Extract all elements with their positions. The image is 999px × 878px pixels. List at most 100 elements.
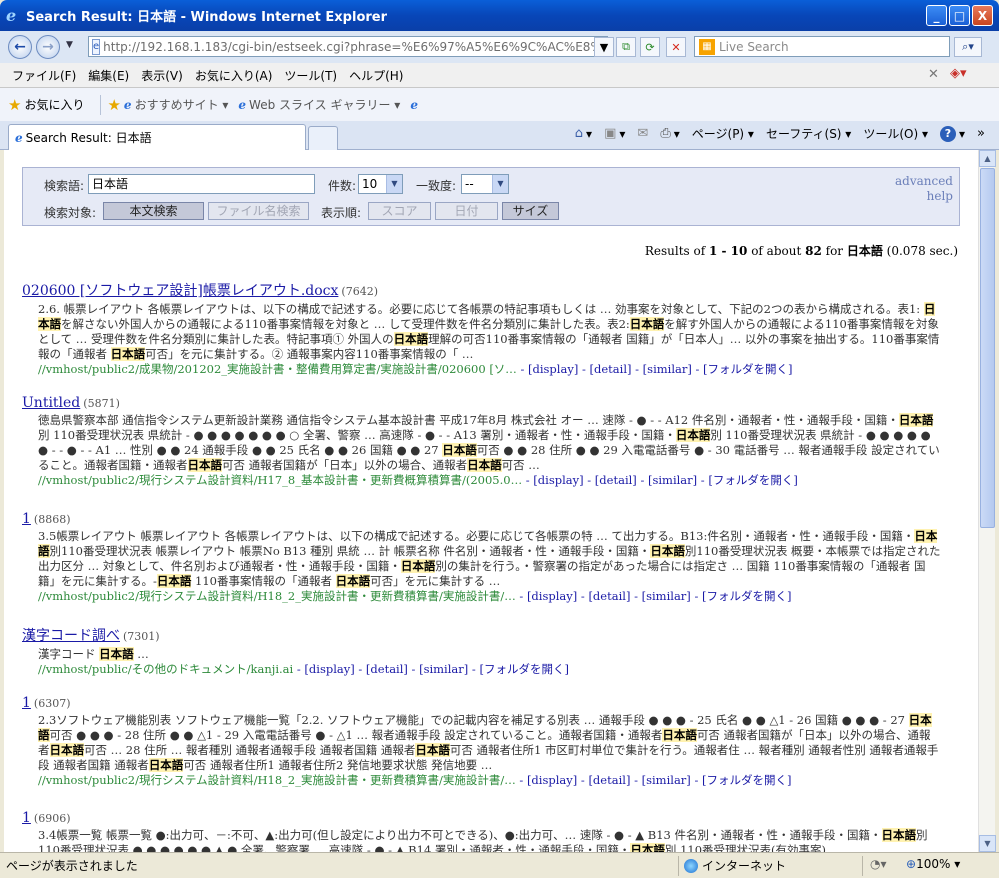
compat-view-icon[interactable]: ⧉ [616, 37, 636, 57]
result-item: 020600 [ソフトウェア設計]帳票レイアウト.docx (7642) 2.6.… [22, 280, 942, 377]
tools-menu[interactable]: ツール(O) ▾ [863, 125, 928, 142]
ie-page-icon[interactable]: e [410, 98, 418, 112]
highlighted-term: 日本語 [415, 743, 450, 757]
result-size: (7642) [341, 285, 378, 298]
history-dropdown-icon[interactable]: ▼ [66, 40, 73, 50]
feeds-button[interactable]: ▣ ▾ [604, 126, 625, 141]
result-title-link[interactable]: 1 [22, 695, 31, 711]
menu-close-icon[interactable]: ✕ [928, 67, 939, 82]
window-controls: _ □ X [926, 5, 993, 26]
result-item: 1 (8868) 3.5帳票レイアウト 帳票レイアウト 各帳票レイアウトは、以下の… [22, 511, 942, 604]
highlighted-term: 日本語 [148, 758, 184, 772]
target-body-button[interactable]: 本文検索 [103, 202, 204, 220]
close-button[interactable]: X [972, 5, 993, 26]
ie-icon: e [15, 130, 23, 145]
count-label: 件数: [328, 179, 357, 193]
status-bar: ページが表示されました インターネット ◔▾ ⊕100% ▾ [0, 852, 999, 878]
protected-mode-icon[interactable]: ◔▾ [870, 857, 887, 871]
count-select[interactable]: 10 ▼ [358, 174, 403, 194]
result-action-links[interactable]: - [display] - [detail] - [similar] - [フォ… [517, 362, 792, 376]
results-total: 82 [805, 244, 822, 258]
scroll-up-icon[interactable]: ▲ [979, 150, 996, 167]
home-button[interactable]: ⌂ ▾ [575, 126, 592, 141]
title-bar: e Search Result: 日本語 - Windows Internet … [0, 0, 999, 31]
menu-edit[interactable]: 編集(E) [82, 67, 135, 84]
result-title-link[interactable]: 1 [22, 810, 31, 826]
help-menu[interactable]: ? ▾ [940, 125, 965, 142]
result-snippet: 3.4帳票一覧 帳票一覧 ●:出力可、－:不可、▲:出力可(但し設定により出力不… [38, 828, 942, 852]
globe-icon [684, 858, 698, 873]
zoom-level[interactable]: ⊕100% ▾ [906, 857, 960, 871]
result-title-link[interactable]: Untitled [22, 395, 80, 411]
highlighted-term: 日本語 [110, 347, 146, 361]
result-title-link[interactable]: 1 [22, 511, 31, 527]
forward-arrow-icon[interactable]: → [36, 35, 60, 59]
result-size: (6906) [33, 812, 71, 825]
menu-favorites[interactable]: お気に入り(A) [189, 67, 279, 84]
help-icon: ? [940, 125, 956, 142]
print-button[interactable]: ⎙ ▾ [660, 126, 679, 141]
order-size-button[interactable]: サイズ [502, 202, 559, 220]
new-tab-button[interactable] [308, 126, 338, 150]
highlighted-term: 日本語 [99, 647, 134, 661]
web-slice-link[interactable]: e Web スライス ギャラリー ▾ [238, 96, 400, 113]
highlighted-term: 日本語 [156, 574, 192, 588]
suggested-sites-link[interactable]: e おすすめサイト ▾ [124, 96, 228, 113]
search-go-icon[interactable]: ⌕▾ [954, 37, 982, 57]
tab-search-result[interactable]: e Search Result: 日本語 [8, 124, 306, 150]
maximize-button[interactable]: □ [949, 5, 970, 26]
address-dropdown-icon[interactable]: ▼ [594, 37, 614, 57]
menu-file[interactable]: ファイル(F) [6, 67, 82, 84]
favorites-button[interactable]: お気に入り [24, 96, 84, 113]
favorites-star-icon: ★ [8, 95, 22, 114]
result-action-links[interactable]: - [display] - [detail] - [similar] - [フォ… [516, 773, 791, 787]
mail-icon: ✉ [637, 126, 649, 141]
safety-menu[interactable]: セーフティ(S) ▾ [766, 125, 851, 142]
match-label: 一致度: [416, 179, 457, 193]
security-zone[interactable]: インターネット [684, 857, 786, 874]
result-item: Untitled (5871) 徳島県警察本部 通信指令システム更新設計業務 通信… [22, 395, 942, 488]
match-select[interactable]: -- ▼ [461, 174, 509, 194]
address-toolbar: ← → ▼ e http://192.168.1.183/cgi-bin/est… [0, 31, 999, 63]
scroll-down-icon[interactable]: ▼ [979, 835, 996, 852]
result-size: (5871) [83, 397, 120, 410]
results-range: 1 - 10 [708, 244, 748, 258]
order-label: 表示順: [321, 206, 362, 220]
result-path-text: //vmhost/public/その他のドキュメント/kanji.ai [38, 662, 294, 676]
menu-bar: ファイル(F) 編集(E) 表示(V) お気に入り(A) ツール(T) ヘルプ(… [0, 63, 999, 88]
menu-view[interactable]: 表示(V) [135, 67, 189, 84]
refresh-icon[interactable]: ⟳ [640, 37, 660, 57]
command-bar: ⌂ ▾ ▣ ▾ ✉ ⎙ ▾ ページ(P) ▾ セーフティ(S) ▾ ツール(O) ▾ … [575, 125, 985, 142]
addon-icon[interactable]: ◈▾ [950, 66, 967, 81]
vertical-scrollbar[interactable]: ▲ ▼ [978, 150, 996, 852]
chevron-more-icon[interactable]: » [977, 126, 985, 141]
scroll-thumb[interactable] [980, 168, 995, 528]
result-action-links[interactable]: - [display] - [detail] - [similar] - [フォ… [522, 473, 798, 487]
order-score-button[interactable]: スコア [368, 202, 431, 220]
page-menu[interactable]: ページ(P) ▾ [692, 125, 754, 142]
result-action-links[interactable]: - [display] - [detail] - [similar] - [フォ… [293, 662, 569, 676]
mail-button[interactable]: ✉ [637, 126, 648, 141]
result-title-link[interactable]: 漢字コード調べ [22, 628, 120, 644]
target-filename-button[interactable]: ファイル名検索 [208, 202, 309, 220]
menu-help[interactable]: ヘルプ(H) [343, 67, 409, 84]
search-input[interactable]: ▦ Live Search [694, 36, 950, 57]
advanced-link[interactable]: advanced [895, 174, 953, 189]
result-action-links[interactable]: - [display] - [detail] - [similar] - [フォ… [516, 589, 791, 603]
order-date-button[interactable]: 日付 [435, 202, 498, 220]
search-form: 検索語: 日本語 件数: 10 ▼ 一致度: -- ▼ 検索対象: 本文検索 フ… [22, 167, 960, 226]
stop-icon[interactable]: ✕ [666, 37, 686, 57]
menu-tools[interactable]: ツール(T) [278, 67, 343, 84]
add-favorite-icon[interactable]: ★ [107, 96, 120, 114]
result-title-link[interactable]: 020600 [ソフトウェア設計]帳票レイアウト.docx [22, 283, 338, 299]
help-link[interactable]: help [895, 189, 953, 204]
minimize-button[interactable]: _ [926, 5, 947, 26]
query-input[interactable]: 日本語 [88, 174, 315, 194]
highlighted-term: 日本語 [467, 458, 502, 472]
results-term: 日本語 [846, 244, 883, 258]
result-path: //vmhost/public2/現行システム設計資料/H18_2_実施設計書・… [38, 589, 942, 604]
zoom-value: 100% [916, 857, 951, 871]
back-arrow-icon[interactable]: ← [8, 35, 32, 59]
address-input[interactable]: e http://192.168.1.183/cgi-bin/estseek.c… [88, 36, 608, 57]
result-size: (8868) [33, 513, 71, 526]
